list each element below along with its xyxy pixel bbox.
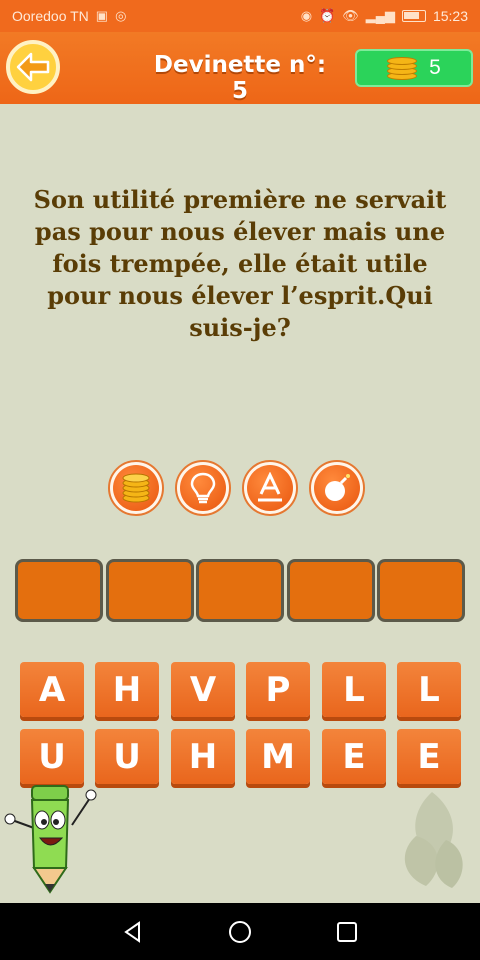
eye-comfort-icon: 👁 (342, 8, 359, 23)
letter-key[interactable]: M (246, 729, 310, 784)
status-bar: Ooredoo TN ▣ ◎ ◉ ⏰ 👁 ▂▄▆ 15:23 (0, 0, 480, 32)
reveal-letter-button[interactable] (242, 460, 298, 516)
pencil-mascot-icon (4, 785, 97, 894)
page-title: Devinette n°: 5 (153, 52, 327, 104)
status-right: ◉ ⏰ 👁 ▂▄▆ 15:23 (301, 8, 468, 24)
back-triangle-icon[interactable] (119, 918, 147, 946)
app-notification-icon: ▣ (95, 8, 109, 23)
lightbulb-hint-icon (190, 472, 216, 504)
letter-key[interactable]: L (322, 662, 386, 717)
letter-key[interactable]: P (246, 662, 310, 717)
recents-square-icon[interactable] (333, 918, 361, 946)
system-nav-bar (0, 903, 480, 960)
coins-count: 5 (429, 56, 441, 79)
letter-key[interactable]: U (20, 729, 84, 784)
signal-icon: ▂▄▆ (365, 8, 395, 23)
notification-icon: ◎ (115, 8, 127, 23)
answer-slot-5[interactable] (377, 559, 465, 622)
battery-icon (401, 10, 426, 22)
answer-slot-4[interactable] (287, 559, 375, 622)
coins-help-icon (122, 473, 150, 503)
nfc-icon: ◉ (300, 8, 313, 23)
letter-key[interactable]: E (322, 729, 386, 784)
answer-slot-1[interactable] (15, 559, 103, 622)
coins-counter[interactable]: 5 (355, 49, 473, 87)
riddle-question: Son utilité première ne servait pas pour… (33, 185, 447, 342)
back-button[interactable] (6, 40, 60, 94)
letter-key[interactable]: V (171, 662, 235, 717)
clock: 15:23 (432, 8, 468, 24)
letter-key[interactable]: H (171, 729, 235, 784)
bomb-remove-icon (325, 474, 350, 501)
answer-slot-2[interactable] (106, 559, 194, 622)
status-left: Ooredoo TN ▣ ◎ (12, 8, 126, 24)
letter-key[interactable]: E (397, 729, 461, 784)
alarm-icon: ⏰ (319, 8, 336, 23)
help-buttons-row (0, 460, 480, 516)
letter-key[interactable]: H (95, 662, 159, 717)
answer-slot-3[interactable] (196, 559, 284, 622)
letter-key[interactable]: A (20, 662, 84, 717)
reveal-letter-icon (258, 472, 282, 502)
coins-help-button[interactable] (108, 460, 164, 516)
coin-stack-icon (387, 56, 418, 80)
letter-key[interactable]: L (397, 662, 461, 717)
remove-letters-button[interactable] (309, 460, 365, 516)
hint-button[interactable] (175, 460, 231, 516)
carrier-label: Ooredoo TN (12, 8, 89, 24)
home-circle-icon[interactable] (226, 918, 254, 946)
letter-key[interactable]: U (95, 729, 159, 784)
header-bar: Devinette n°: 5 5 (0, 32, 480, 104)
leaf-decoration-icon (404, 792, 463, 888)
back-arrow-icon (16, 52, 50, 82)
